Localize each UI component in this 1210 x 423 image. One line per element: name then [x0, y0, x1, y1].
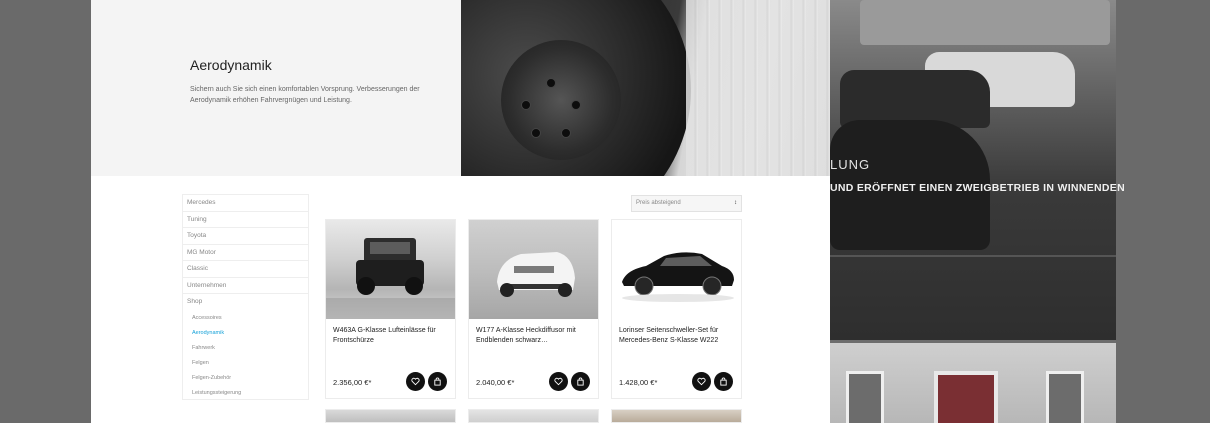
product-price: 2.040,00 €* [476, 378, 515, 387]
add-to-cart-button[interactable] [714, 372, 733, 391]
product-card-partial[interactable] [611, 409, 742, 423]
background-heading: LUNG [830, 157, 871, 172]
hero-text-panel: Aerodynamik Sichern auch Sie sich einen … [91, 0, 461, 176]
background-photo-building [830, 343, 1116, 423]
sidebar-item-mg-motor[interactable]: MG Motor [183, 245, 308, 261]
heart-icon [697, 373, 706, 391]
product-card-partial[interactable] [468, 409, 599, 423]
page-window: Aerodynamik Sichern auch Sie sich einen … [91, 0, 830, 423]
add-to-cart-button[interactable] [571, 372, 590, 391]
sidebar-subitem-accessoires[interactable]: Accessoires [183, 311, 308, 326]
product-card-partial[interactable] [325, 409, 456, 423]
product-image[interactable] [326, 220, 455, 319]
product-title[interactable]: W177 A-Klasse Heckdiffusor mit Endblende… [476, 326, 592, 346]
background-photo-classic-cars [830, 0, 1116, 340]
add-to-cart-button[interactable] [428, 372, 447, 391]
wishlist-button[interactable] [549, 372, 568, 391]
background-subheading: UND ERÖFFNET EINEN ZWEIGBETRIEB IN WINNE… [830, 182, 1125, 194]
product-price: 2.356,00 €* [333, 378, 372, 387]
wishlist-button[interactable] [406, 372, 425, 391]
product-image[interactable] [612, 220, 741, 319]
wishlist-button[interactable] [692, 372, 711, 391]
sidebar-item-toyota[interactable]: Toyota [183, 228, 308, 245]
product-price: 1.428,00 €* [619, 378, 658, 387]
page-title: Aerodynamik [190, 57, 272, 73]
product-title[interactable]: Lorinser Seitenschweller-Set für Mercede… [619, 326, 735, 346]
background-right-strip [1116, 0, 1210, 423]
sidebar-subitem-fahrwerk[interactable]: Fahrwerk [183, 341, 308, 356]
background-left-strip [0, 0, 91, 423]
cart-icon [719, 373, 728, 391]
product-image[interactable] [469, 220, 598, 319]
sidebar-subitem-leistungssteigerung[interactable]: Leistungssteigerung [183, 386, 308, 401]
product-card[interactable]: W177 A-Klasse Heckdiffusor mit Endblende… [468, 219, 599, 399]
sidebar-item-tuning[interactable]: Tuning [183, 212, 308, 228]
sidebar-subitem-felgen-zubehoer[interactable]: Felgen-Zubehör [183, 371, 308, 386]
sort-select-value: Preis absteigend [636, 200, 681, 206]
category-hero: Aerodynamik Sichern auch Sie sich einen … [91, 0, 830, 176]
sort-select[interactable]: Preis absteigend ↕ [631, 195, 742, 212]
product-card[interactable]: W463A G-Klasse Lufteinlässe für Frontsch… [325, 219, 456, 399]
screen: LUNG UND ERÖFFNET EINEN ZWEIGBETRIEB IN … [0, 0, 1210, 423]
sidebar-item-mercedes[interactable]: Mercedes [183, 195, 308, 212]
sidebar-item-shop[interactable]: Shop [183, 294, 308, 311]
heart-icon [554, 373, 563, 391]
hero-image-wheel [461, 0, 830, 176]
category-sidebar: Mercedes Tuning Toyota MG Motor Classic … [182, 194, 309, 400]
sidebar-item-classic[interactable]: Classic [183, 261, 308, 278]
cart-icon [433, 373, 442, 391]
sidebar-subitem-aerodynamik[interactable]: Aerodynamik [183, 326, 308, 341]
sort-arrows-icon: ↕ [734, 200, 737, 206]
sidebar-item-unternehmen[interactable]: Unternehmen [183, 278, 308, 294]
hero-description: Sichern auch Sie sich einen komfortablen… [190, 86, 420, 104]
cart-icon [576, 373, 585, 391]
product-title[interactable]: W463A G-Klasse Lufteinlässe für Frontsch… [333, 326, 449, 346]
sidebar-subitem-felgen[interactable]: Felgen [183, 356, 308, 371]
product-card[interactable]: Lorinser Seitenschweller-Set für Mercede… [611, 219, 742, 399]
heart-icon [411, 373, 420, 391]
